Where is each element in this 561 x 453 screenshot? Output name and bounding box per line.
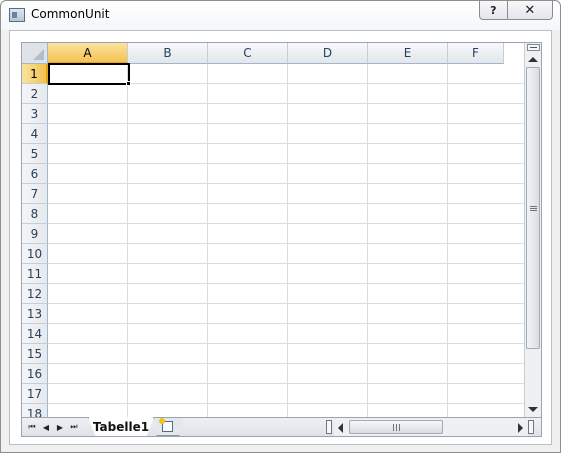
row-header-10[interactable]: 10	[22, 244, 48, 264]
row-header-14[interactable]: 14	[22, 324, 48, 344]
row-header-3[interactable]: 3	[22, 104, 48, 124]
row-header-16[interactable]: 16	[22, 364, 48, 384]
select-all-triangle-icon	[33, 49, 44, 60]
close-button[interactable]: ✕	[508, 1, 552, 19]
row-header-13[interactable]: 13	[22, 304, 48, 324]
column-header-c[interactable]: C	[208, 43, 288, 64]
row-header-1[interactable]: 1	[22, 64, 48, 84]
vertical-split-box[interactable]	[527, 44, 540, 51]
sheet-tab-label: Tabelle1	[92, 420, 150, 434]
horizontal-scrollbar[interactable]	[334, 419, 528, 436]
fill-handle[interactable]	[126, 81, 131, 86]
row-header-15[interactable]: 15	[22, 344, 48, 364]
client-area: ABCDEF 1 2 3 4 5 6 7 8 9 10 11 12 13 14 15 16 17 18 ⏮ ◀ ▶…	[9, 30, 552, 445]
cell-grid[interactable]	[48, 64, 524, 417]
first-sheet-icon[interactable]: ⏮	[26, 421, 38, 433]
column-header-a[interactable]: A	[48, 43, 128, 64]
row-header-6[interactable]: 6	[22, 164, 48, 184]
window-app-icon[interactable]	[9, 8, 25, 22]
app-window: CommonUnit ? ✕ ABCDEF 1 2 3 4 5 6 7 8 9 10 11 12 13 1…	[0, 0, 561, 453]
spreadsheet-control: ABCDEF 1 2 3 4 5 6 7 8 9 10 11 12 13 14 15 16 17 18 ⏮ ◀ ▶…	[21, 42, 542, 437]
row-header-8[interactable]: 8	[22, 204, 48, 224]
row-header-4[interactable]: 4	[22, 124, 48, 144]
row-header-12[interactable]: 12	[22, 284, 48, 304]
grip-icon	[530, 206, 537, 211]
prev-sheet-icon[interactable]: ◀	[40, 421, 52, 433]
scroll-up-icon[interactable]	[528, 57, 538, 62]
select-all-corner[interactable]	[22, 43, 48, 64]
insert-sheet-icon[interactable]	[159, 418, 173, 432]
sheet-tab-tabelle1[interactable]: Tabelle1	[88, 417, 154, 436]
scroll-right-icon[interactable]	[518, 423, 523, 433]
row-header-7[interactable]: 7	[22, 184, 48, 204]
column-header-f[interactable]: F	[448, 43, 504, 64]
vertical-scroll-thumb[interactable]	[526, 67, 540, 349]
row-header-5[interactable]: 5	[22, 144, 48, 164]
tab-split-handle[interactable]	[326, 420, 332, 434]
column-header-d[interactable]: D	[288, 43, 368, 64]
column-header-b[interactable]: B	[128, 43, 208, 64]
column-header-e[interactable]: E	[368, 43, 448, 64]
last-sheet-icon[interactable]: ⏭	[68, 421, 80, 433]
horizontal-split-box[interactable]	[528, 420, 534, 434]
row-header-17[interactable]: 17	[22, 384, 48, 404]
sheet-tab-bar: ⏮ ◀ ▶ ⏭ Tabelle1	[22, 417, 541, 436]
title-bar[interactable]: CommonUnit ? ✕	[1, 1, 560, 30]
active-cell-cursor[interactable]	[48, 63, 130, 85]
grip-icon	[393, 424, 400, 431]
next-sheet-icon[interactable]: ▶	[54, 421, 66, 433]
caption-buttons: ? ✕	[479, 1, 553, 20]
scroll-left-icon[interactable]	[338, 423, 343, 433]
help-button[interactable]: ?	[480, 1, 508, 19]
row-header-11[interactable]: 11	[22, 264, 48, 284]
window-title: CommonUnit	[31, 7, 110, 21]
horizontal-scroll-thumb[interactable]	[349, 420, 443, 434]
row-header-2[interactable]: 2	[22, 84, 48, 104]
scroll-down-icon[interactable]	[528, 407, 538, 412]
vertical-scrollbar[interactable]	[524, 43, 541, 417]
row-header-9[interactable]: 9	[22, 224, 48, 244]
